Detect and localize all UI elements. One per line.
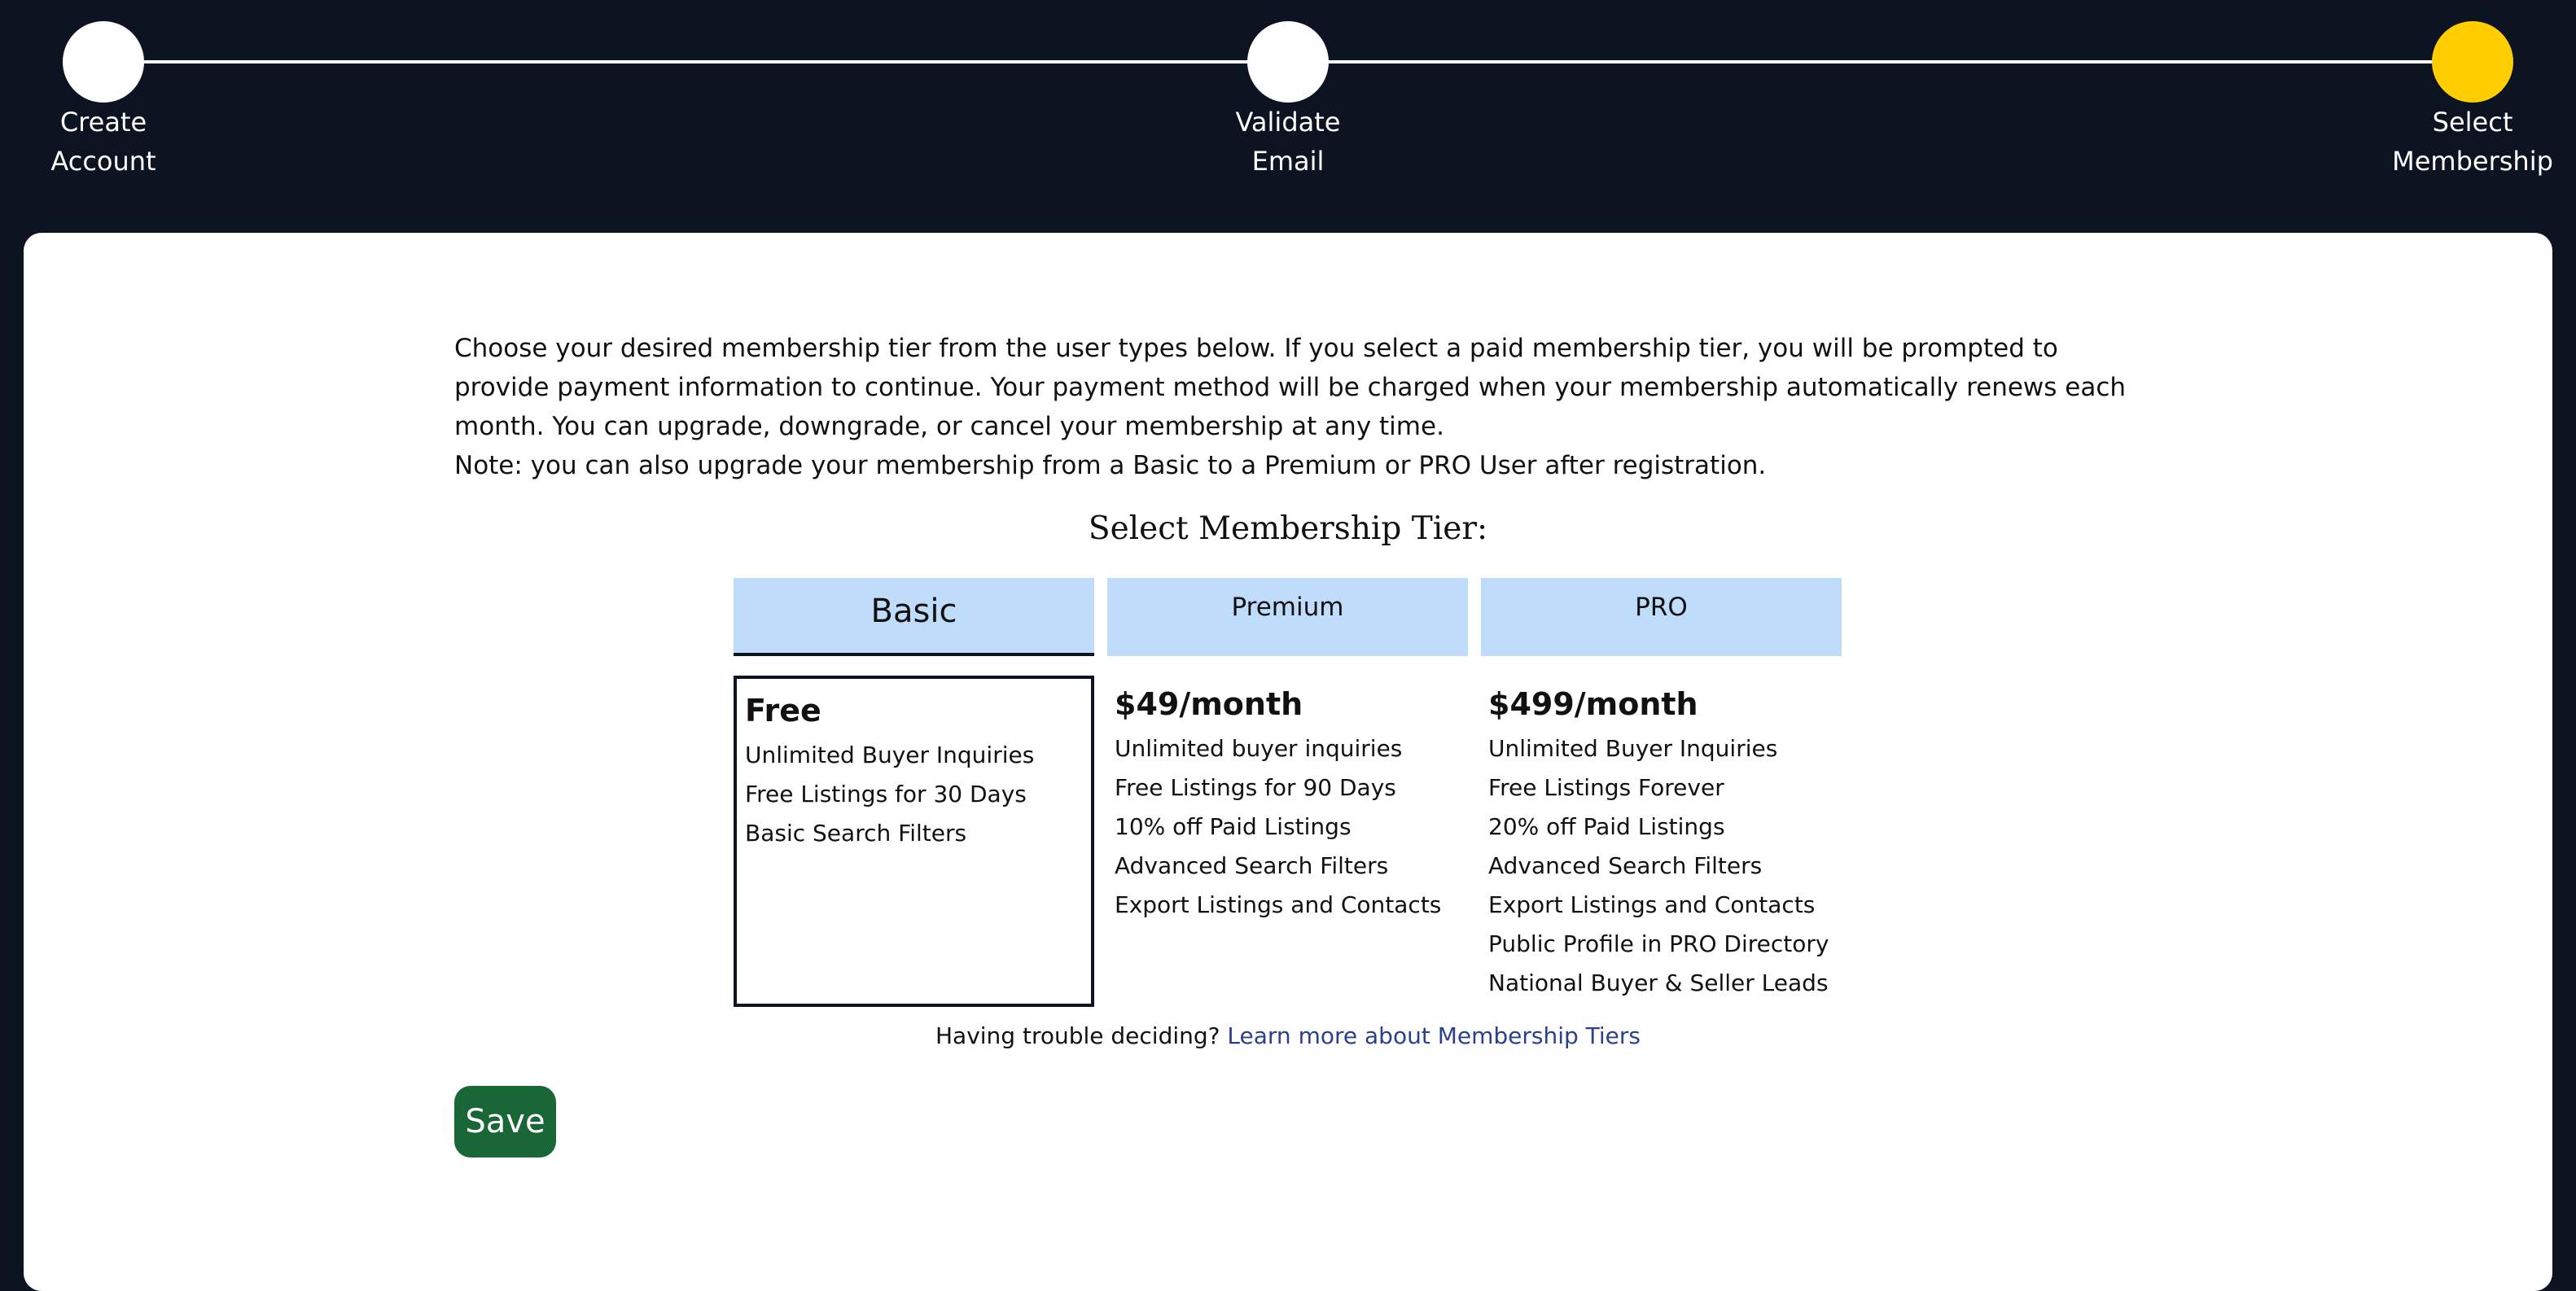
step-connector-1 — [103, 60, 1288, 63]
step-label-line: Email — [1251, 146, 1325, 177]
step-label-line: Create — [59, 107, 147, 138]
step-label-line: Account — [50, 146, 156, 177]
save-button[interactable]: Save — [454, 1086, 556, 1158]
membership-intro: Choose your desired membership tier from… — [454, 329, 2148, 485]
tier-feature: Free Listings for 30 Days — [745, 781, 1027, 807]
step-label: Validate Email — [1190, 103, 1386, 181]
intro-paragraph: Choose your desired membership tier from… — [454, 334, 2127, 441]
tier-price: $499/month — [1488, 686, 1698, 722]
step-label: Create Account — [6, 103, 201, 181]
tier-feature: 10% off Paid Listings — [1115, 813, 1352, 840]
tier-section-title: Select Membership Tier: — [1088, 510, 1488, 547]
learn-more-link[interactable]: Learn more about Membership Tiers — [1227, 1022, 1641, 1049]
intro-note: Note: you can also upgrade your membersh… — [454, 451, 1767, 480]
help-text: Having trouble deciding? Learn more abou… — [881, 1019, 1695, 1053]
tier-feature: Export Listings and Contacts — [1488, 891, 1816, 918]
tier-price: $49/month — [1115, 686, 1303, 722]
step-label-line: Membership — [2392, 146, 2553, 177]
tier-feature: National Buyer & Seller Leads — [1488, 969, 1829, 996]
tab-premium[interactable]: Premium — [1107, 578, 1468, 656]
tier-feature: Free Listings for 90 Days — [1115, 774, 1396, 801]
tier-feature: Unlimited buyer inquiries — [1115, 735, 1403, 762]
tier-card-basic[interactable]: Free Unlimited Buyer Inquiries Free List… — [734, 676, 1094, 1007]
step-circle-complete-icon — [1247, 21, 1329, 103]
help-prefix: Having trouble deciding? — [935, 1022, 1220, 1049]
tier-feature: Basic Search Filters — [745, 820, 967, 847]
step-connector-2 — [1288, 60, 2473, 63]
step-circle-current-icon — [2432, 21, 2513, 103]
tier-feature: Advanced Search Filters — [1115, 852, 1389, 879]
tier-feature: Free Listings Forever — [1488, 774, 1724, 801]
step-label: Select Membership — [2375, 103, 2570, 181]
tier-feature: Unlimited Buyer Inquiries — [745, 742, 1035, 768]
tier-feature: Unlimited Buyer Inquiries — [1488, 735, 1778, 762]
tier-feature: Public Profile in PRO Directory — [1488, 930, 1829, 957]
tier-price: Free — [745, 693, 821, 729]
step-label-line: Select — [2432, 107, 2513, 138]
step-circle-complete-icon — [63, 21, 144, 103]
progress-stepper: Create Account Validate Email Select Mem… — [0, 0, 2576, 233]
tier-card-pro[interactable]: $499/month Unlimited Buyer Inquiries Fre… — [1481, 676, 1842, 1003]
step-select-membership: Select Membership — [2375, 21, 2570, 181]
tier-feature: Export Listings and Contacts — [1115, 891, 1442, 918]
step-validate-email: Validate Email — [1190, 21, 1386, 181]
tier-feature: Advanced Search Filters — [1488, 852, 1763, 879]
tab-pro[interactable]: PRO — [1481, 578, 1842, 656]
tier-feature: 20% off Paid Listings — [1488, 813, 1725, 840]
step-label-line: Validate — [1235, 107, 1341, 138]
step-create-account: Create Account — [6, 21, 201, 181]
tier-card-premium[interactable]: $49/month Unlimited buyer inquiries Free… — [1107, 676, 1468, 925]
tab-basic[interactable]: Basic — [734, 578, 1094, 656]
